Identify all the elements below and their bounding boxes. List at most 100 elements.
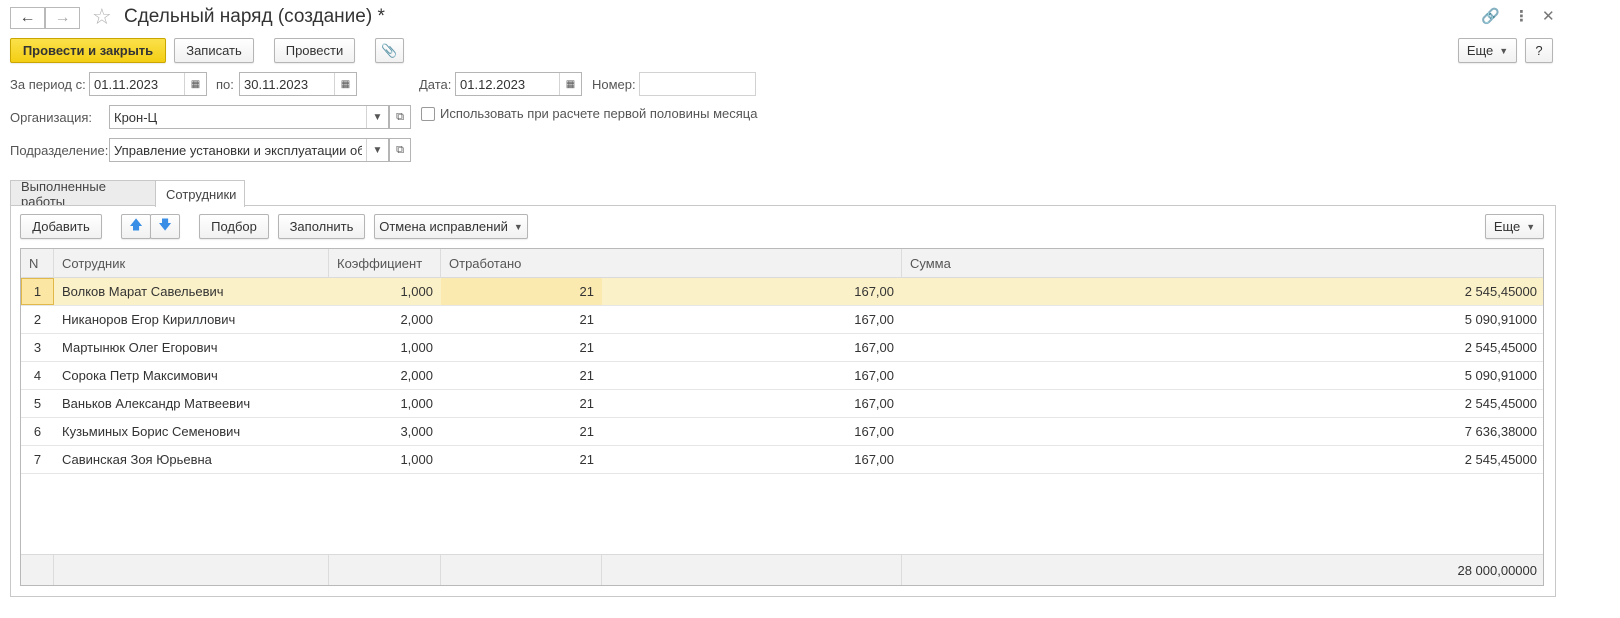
table-row[interactable]: 7 Савинская Зоя Юрьевна 1,000 21 167,00 2 545… xyxy=(21,446,1543,474)
cell-employee[interactable]: Ваньков Александр Матвеевич xyxy=(54,390,329,417)
tab-employees[interactable]: Сотрудники xyxy=(155,180,245,207)
footer-cell xyxy=(54,555,329,585)
post-and-close-button[interactable]: Провести и закрыть xyxy=(10,38,166,63)
open-department-button[interactable]: ⧉ xyxy=(389,138,411,162)
department-field[interactable]: ▼ xyxy=(109,138,389,162)
cell-days[interactable]: 21 xyxy=(441,278,602,305)
period-to-input[interactable] xyxy=(240,73,334,95)
cell-sum[interactable]: 7 636,38000 xyxy=(902,418,1543,445)
cell-employee[interactable]: Сорока Петр Максимович xyxy=(54,362,329,389)
cell-n[interactable]: 4 xyxy=(21,362,54,389)
chevron-down-icon[interactable]: ▼ xyxy=(366,139,388,161)
first-half-checkbox[interactable] xyxy=(421,107,435,121)
cell-employee[interactable]: Волков Марат Савельевич xyxy=(54,278,329,305)
more-button[interactable]: Еще ▼ xyxy=(1458,38,1517,63)
cell-hours[interactable]: 167,00 xyxy=(602,306,902,333)
cell-sum[interactable]: 2 545,45000 xyxy=(902,278,1543,305)
cell-hours[interactable]: 167,00 xyxy=(602,334,902,361)
employees-table[interactable]: N Сотрудник Коэффициент Отработано Сумма… xyxy=(20,248,1544,586)
table-header: N Сотрудник Коэффициент Отработано Сумма xyxy=(21,249,1543,278)
cell-sum[interactable]: 2 545,45000 xyxy=(902,446,1543,473)
tab-more-button[interactable]: Еще ▼ xyxy=(1485,214,1544,239)
number-field[interactable] xyxy=(639,72,756,96)
cell-coefficient[interactable]: 1,000 xyxy=(329,278,441,305)
calendar-icon[interactable]: ▦ xyxy=(184,73,206,95)
cell-employee[interactable]: Кузьминых Борис Семенович xyxy=(54,418,329,445)
organization-input[interactable] xyxy=(110,106,366,128)
cell-n[interactable]: 7 xyxy=(21,446,54,473)
move-up-button[interactable]: 🡅 xyxy=(121,214,151,239)
cell-n[interactable]: 2 xyxy=(21,306,54,333)
calendar-icon[interactable]: ▦ xyxy=(334,73,356,95)
period-from-input[interactable] xyxy=(90,73,184,95)
column-header-n[interactable]: N xyxy=(21,249,54,278)
cell-days[interactable]: 21 xyxy=(441,446,602,473)
more-vertical-icon[interactable]: ⋮ xyxy=(1514,7,1529,25)
column-header-coefficient[interactable]: Коэффициент xyxy=(329,249,441,278)
forward-button[interactable]: → xyxy=(45,7,80,29)
column-header-worked[interactable]: Отработано xyxy=(441,249,902,278)
table-row[interactable]: 3 Мартынюк Олег Егорович 1,000 21 167,00 2 54… xyxy=(21,334,1543,362)
cell-days[interactable]: 21 xyxy=(441,306,602,333)
department-input[interactable] xyxy=(110,139,366,161)
cell-coefficient[interactable]: 2,000 xyxy=(329,362,441,389)
attach-button[interactable]: 📎 xyxy=(375,38,404,63)
add-button[interactable]: Добавить xyxy=(20,214,102,239)
cell-hours[interactable]: 167,00 xyxy=(602,362,902,389)
cell-days[interactable]: 21 xyxy=(441,418,602,445)
fill-button[interactable]: Заполнить xyxy=(278,214,365,239)
date-field[interactable]: ▦ xyxy=(455,72,582,96)
chevron-down-icon[interactable]: ▼ xyxy=(366,106,388,128)
period-to-field[interactable]: ▦ xyxy=(239,72,357,96)
cell-hours[interactable]: 167,00 xyxy=(602,418,902,445)
pick-button[interactable]: Подбор xyxy=(199,214,269,239)
table-row[interactable]: 4 Сорока Петр Максимович 2,000 21 167,00 5 09… xyxy=(21,362,1543,390)
close-icon[interactable]: ✕ xyxy=(1542,7,1555,25)
cell-sum[interactable]: 2 545,45000 xyxy=(902,390,1543,417)
cell-sum[interactable]: 5 090,91000 xyxy=(902,306,1543,333)
help-button[interactable]: ? xyxy=(1525,38,1553,63)
cell-hours[interactable]: 167,00 xyxy=(602,278,902,305)
cell-days[interactable]: 21 xyxy=(441,390,602,417)
table-row[interactable]: 2 Никаноров Егор Кириллович 2,000 21 167,00 5… xyxy=(21,306,1543,334)
number-label: Номер: xyxy=(592,77,636,92)
move-down-button[interactable]: 🡇 xyxy=(150,214,180,239)
calendar-icon[interactable]: ▦ xyxy=(559,73,581,95)
back-button[interactable]: ← xyxy=(10,7,45,29)
save-button[interactable]: Записать xyxy=(174,38,254,63)
table-row[interactable]: 6 Кузьминых Борис Семенович 3,000 21 167,00 7… xyxy=(21,418,1543,446)
cell-coefficient[interactable]: 1,000 xyxy=(329,390,441,417)
favorite-star-icon[interactable]: ☆ xyxy=(92,4,112,30)
date-input[interactable] xyxy=(456,73,559,95)
cell-coefficient[interactable]: 3,000 xyxy=(329,418,441,445)
cell-days[interactable]: 21 xyxy=(441,362,602,389)
cell-n[interactable]: 5 xyxy=(21,390,54,417)
chevron-down-icon: ▼ xyxy=(1499,45,1509,56)
column-header-sum[interactable]: Сумма xyxy=(902,249,1543,278)
cell-days[interactable]: 21 xyxy=(441,334,602,361)
column-header-employee[interactable]: Сотрудник xyxy=(54,249,329,278)
open-organization-button[interactable]: ⧉ xyxy=(389,105,411,129)
post-button[interactable]: Провести xyxy=(274,38,355,63)
period-from-field[interactable]: ▦ xyxy=(89,72,207,96)
table-row[interactable]: 5 Ваньков Александр Матвеевич 1,000 21 167,0… xyxy=(21,390,1543,418)
cell-hours[interactable]: 167,00 xyxy=(602,390,902,417)
cell-coefficient[interactable]: 1,000 xyxy=(329,334,441,361)
cell-n[interactable]: 1 xyxy=(21,278,54,305)
tab-completed-works[interactable]: Выполненные работы xyxy=(10,179,156,209)
cell-sum[interactable]: 2 545,45000 xyxy=(902,334,1543,361)
cell-coefficient[interactable]: 2,000 xyxy=(329,306,441,333)
cell-n[interactable]: 3 xyxy=(21,334,54,361)
link-icon[interactable]: 🔗 xyxy=(1481,7,1500,25)
number-input[interactable] xyxy=(640,73,755,95)
cell-employee[interactable]: Мартынюк Олег Егорович xyxy=(54,334,329,361)
cancel-fixes-button[interactable]: Отмена исправлений ▼ xyxy=(374,214,528,239)
table-row[interactable]: 1 Волков Марат Савельевич 1,000 21 167,00 2 5… xyxy=(21,278,1543,306)
cell-coefficient[interactable]: 1,000 xyxy=(329,446,441,473)
cell-sum[interactable]: 5 090,91000 xyxy=(902,362,1543,389)
organization-field[interactable]: ▼ xyxy=(109,105,389,129)
cell-employee[interactable]: Савинская Зоя Юрьевна xyxy=(54,446,329,473)
cell-employee[interactable]: Никаноров Егор Кириллович xyxy=(54,306,329,333)
cell-hours[interactable]: 167,00 xyxy=(602,446,902,473)
cell-n[interactable]: 6 xyxy=(21,418,54,445)
